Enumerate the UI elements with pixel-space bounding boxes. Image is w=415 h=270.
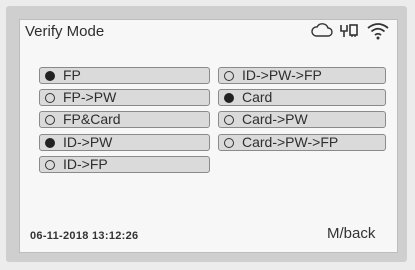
option-id-pw[interactable]: ID->PW [39, 134, 210, 151]
option-label: FP [63, 67, 81, 83]
datetime-display: 06-11-2018 13:12:26 [30, 230, 139, 242]
option-card-pw-fp[interactable]: Card->PW->FP [218, 134, 386, 151]
option-card[interactable]: Card [218, 89, 386, 106]
option-label: FP->PW [63, 89, 117, 105]
radio-indicator [224, 92, 234, 103]
option-label: Card->PW->FP [242, 134, 339, 150]
radio-indicator [45, 92, 55, 103]
option-fp[interactable]: FP [39, 67, 210, 84]
option-label: ID->PW [63, 134, 113, 150]
back-button[interactable]: M/back [327, 225, 375, 242]
option-id-pw-fp[interactable]: ID->PW->FP [218, 67, 386, 84]
option-fp-and-card[interactable]: FP&Card [39, 111, 210, 128]
option-label: Card [242, 89, 273, 105]
option-id-fp[interactable]: ID->FP [39, 156, 210, 173]
radio-indicator [45, 114, 55, 125]
radio-indicator [224, 137, 234, 148]
option-label: FP&Card [63, 111, 121, 127]
option-card-pw[interactable]: Card->PW [218, 111, 386, 128]
option-label: Card->PW [242, 111, 308, 127]
radio-indicator [45, 70, 55, 81]
option-label: ID->PW->FP [242, 67, 322, 83]
option-label: ID->FP [63, 156, 108, 172]
radio-indicator [224, 114, 234, 125]
radio-indicator [224, 70, 234, 81]
radio-indicator [45, 137, 55, 148]
option-fp-pw[interactable]: FP->PW [39, 89, 210, 106]
radio-indicator [45, 159, 55, 170]
